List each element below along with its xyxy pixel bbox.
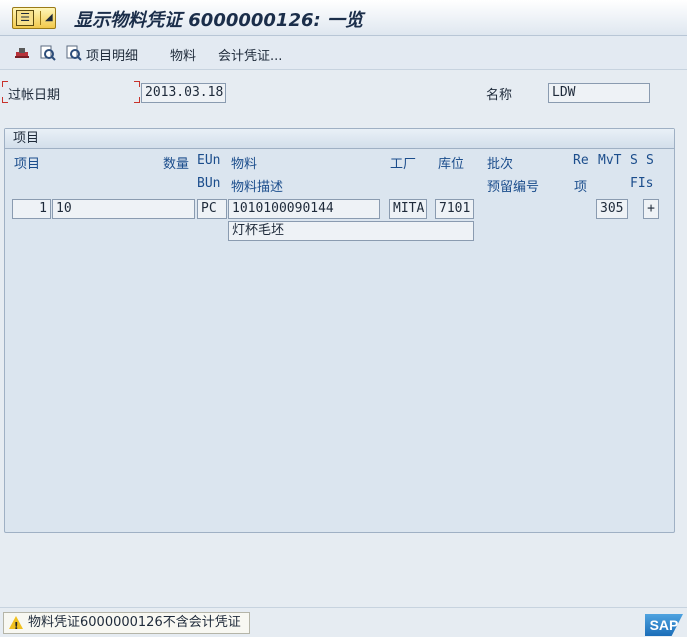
col-header-mvt: MvT: [598, 153, 622, 168]
col-header-material-desc: 物料描述: [231, 180, 284, 195]
col-header-s2: S: [646, 153, 654, 168]
status-message[interactable]: ! 物料凭证6000000126不含会计凭证: [3, 612, 250, 634]
col-header-bun: BUn: [197, 176, 221, 191]
sap-logo: SAP: [645, 614, 683, 636]
posting-date-label: 过帐日期: [8, 88, 61, 103]
items-group-title: 项目: [5, 129, 674, 149]
plant-cell[interactable]: MITA: [389, 199, 427, 219]
debit-credit-cell[interactable]: +: [643, 199, 659, 219]
col-header-fis: FIs: [630, 176, 654, 191]
material-description-cell[interactable]: 灯杯毛坯: [228, 221, 474, 241]
name-label: 名称: [486, 88, 513, 103]
required-corner: [134, 97, 140, 103]
menu-separator: [40, 11, 41, 25]
storage-location-cell[interactable]: 7101: [435, 199, 474, 219]
col-header-reservation: 预留编号: [487, 180, 540, 195]
system-menu-button[interactable]: ☰ ◢: [12, 7, 56, 29]
item-number-cell[interactable]: 1: [12, 199, 51, 219]
name-field[interactable]: LDW: [548, 83, 650, 103]
status-bar: ! 物料凭证6000000126不含会计凭证 SAP: [0, 607, 687, 637]
col-header-re: Re: [573, 153, 589, 168]
movement-type-cell[interactable]: 305: [596, 199, 628, 219]
window-title: 显示物料凭证 6000000126: 一览: [74, 10, 363, 31]
col-header-plant: 工厂: [390, 157, 417, 172]
menu-icon: ☰: [16, 10, 34, 26]
application-toolbar: 项目明细 物料 会计凭证...: [0, 36, 687, 70]
dropdown-arrow-icon: ◢: [45, 12, 53, 23]
col-header-sloc: 库位: [438, 157, 465, 172]
item-details-icon[interactable]: [66, 45, 82, 61]
warning-mark: !: [14, 621, 19, 632]
item-details-button[interactable]: 项目明细: [86, 45, 138, 64]
col-header-item-short: 项: [574, 180, 588, 195]
col-header-batch: 批次: [487, 157, 514, 172]
accounting-documents-button[interactable]: 会计凭证...: [218, 45, 282, 64]
print-hat-icon[interactable]: [14, 45, 30, 61]
title-bar: ☰ ◢ 显示物料凭证 6000000126: 一览: [0, 0, 687, 36]
unit-cell[interactable]: PC: [197, 199, 227, 219]
col-header-quantity: 数量: [163, 157, 190, 172]
status-text: 物料凭证6000000126不含会计凭证: [28, 615, 241, 630]
col-header-item: 项目: [14, 157, 41, 172]
material-cell[interactable]: 1010100090144: [228, 199, 380, 219]
col-header-s1: S: [630, 153, 638, 168]
items-group-box: 项目 项目 数量 EUn 物料 工厂 库位 批次 Re MvT S S BUn …: [4, 128, 675, 533]
required-corner: [134, 81, 140, 87]
posting-date-label-frame: 过帐日期: [2, 81, 140, 103]
col-header-material: 物料: [231, 157, 258, 172]
zoom-icon[interactable]: [40, 45, 56, 61]
material-button[interactable]: 物料: [170, 45, 196, 64]
quantity-cell[interactable]: 10: [52, 199, 195, 219]
posting-date-field[interactable]: 2013.03.18: [141, 83, 226, 103]
col-header-eun: EUn: [197, 153, 221, 168]
